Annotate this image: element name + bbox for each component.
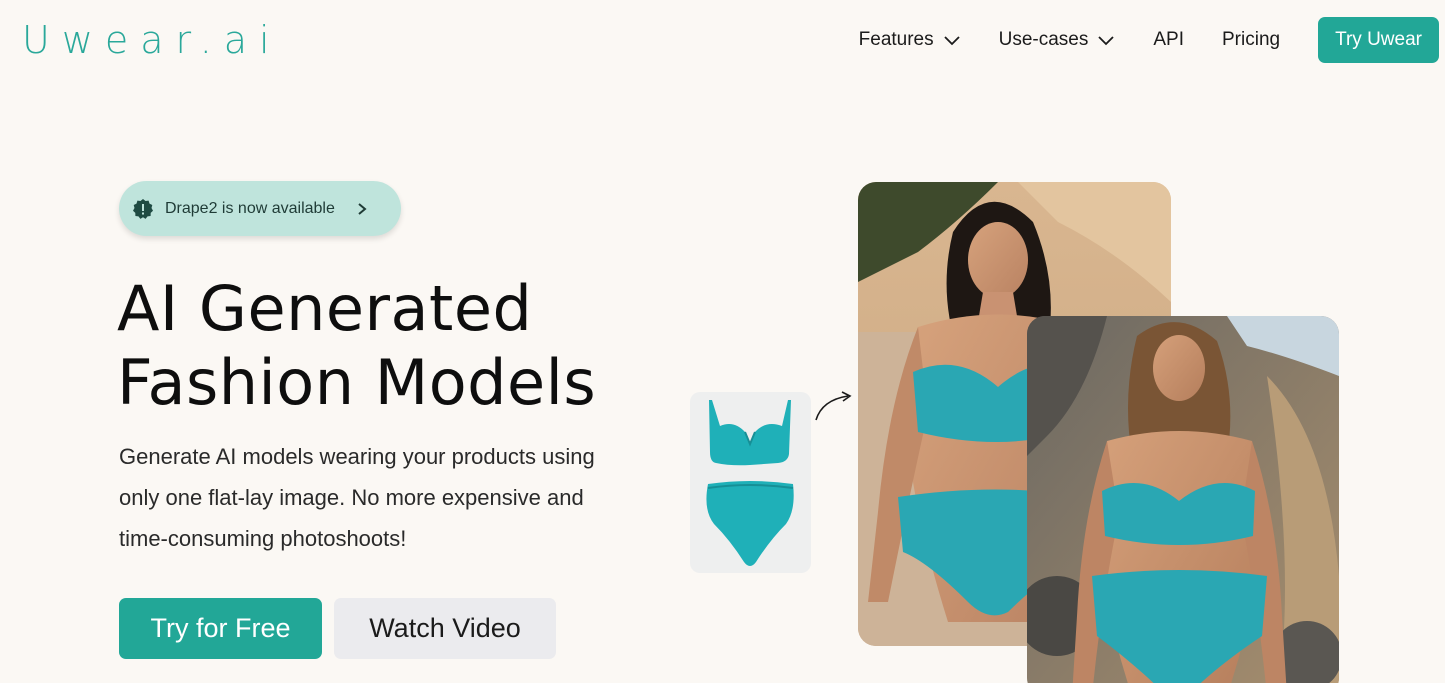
hero-title-line-2: Fashion Models <box>117 346 597 419</box>
nav-use-cases-label: Use-cases <box>998 29 1089 50</box>
chevron-right-icon <box>358 202 367 215</box>
hero-title: AI Generated Fashion Models <box>117 272 596 420</box>
hero-description: Generate AI models wearing your products… <box>119 444 595 551</box>
nav-use-cases[interactable]: Use-cases <box>999 29 1116 51</box>
main-nav: Features Use-cases API Pricing Try Uwear <box>859 17 1439 63</box>
nav-features[interactable]: Features <box>859 29 961 51</box>
try-uwear-button[interactable]: Try Uwear <box>1318 17 1439 63</box>
announcement-text: Drape2 is now available <box>165 199 335 217</box>
flat-lay-product-card <box>690 392 811 573</box>
announcement-pill[interactable]: Drape2 is now available <box>119 181 401 236</box>
nav-api[interactable]: API <box>1153 29 1184 51</box>
chevron-down-icon <box>943 36 960 46</box>
curved-arrow-icon <box>815 391 852 421</box>
alert-badge-icon <box>133 198 153 219</box>
model-photo-rocks <box>1027 316 1339 683</box>
nav-features-label: Features <box>858 29 934 50</box>
bikini-flatlay-image <box>706 400 794 566</box>
chevron-down-icon <box>1098 36 1115 46</box>
page: Uwear.ai Features Use-cases API Pricing … <box>0 0 1445 683</box>
nav-pricing[interactable]: Pricing <box>1222 29 1280 51</box>
logo[interactable]: Uwear.ai <box>22 16 282 64</box>
watch-video-button[interactable]: Watch Video <box>334 598 556 659</box>
hero-title-line-1: AI Generated <box>117 272 533 345</box>
try-for-free-button[interactable]: Try for Free <box>119 598 322 659</box>
